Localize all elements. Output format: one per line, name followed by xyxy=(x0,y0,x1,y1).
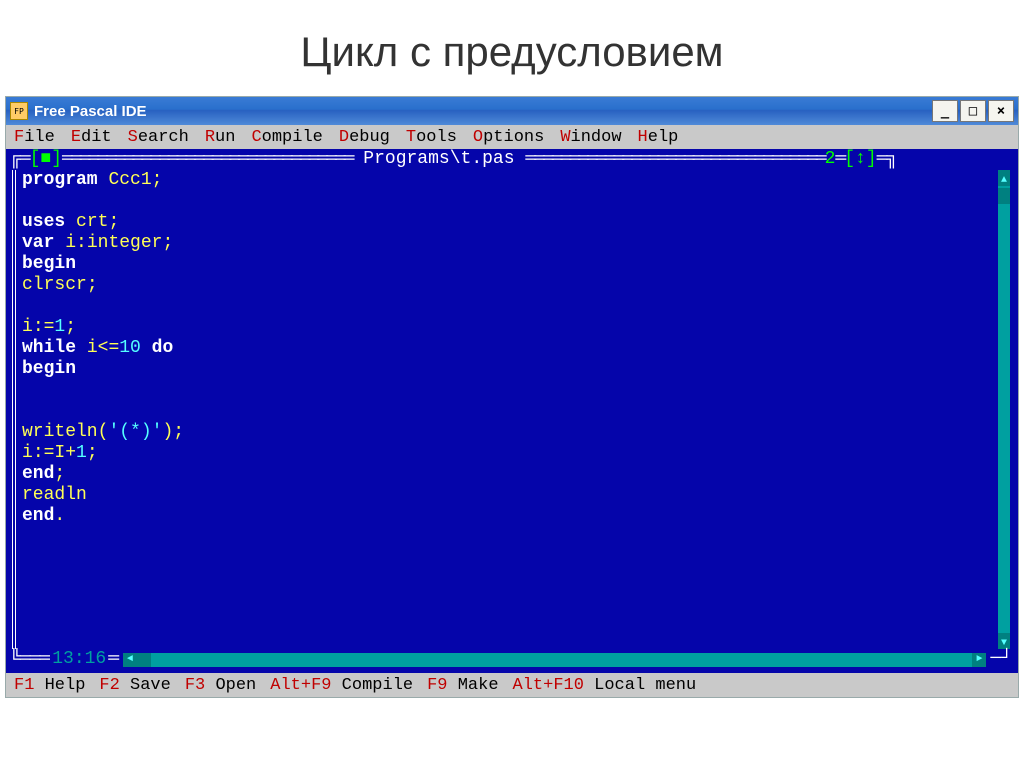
code-line[interactable] xyxy=(22,380,996,401)
window-controls: _ □ × xyxy=(932,100,1014,122)
app-window: FP Free Pascal IDE _ □ × File Edit Search R… xyxy=(5,96,1019,698)
code-line[interactable] xyxy=(22,296,996,317)
menu-edit[interactable]: Edit xyxy=(71,128,112,147)
frame-left xyxy=(10,170,22,649)
menu-search[interactable]: Search xyxy=(128,128,189,147)
tab-close-icon[interactable]: [■] xyxy=(30,149,62,170)
code-line[interactable]: writeln('(*)'); xyxy=(22,422,996,443)
scroll-right-icon[interactable]: ► xyxy=(972,653,986,667)
menu-window[interactable]: Window xyxy=(560,128,621,147)
menu-options[interactable]: Options xyxy=(473,128,544,147)
minimize-button[interactable]: _ xyxy=(932,100,958,122)
scroll-thumb-h[interactable] xyxy=(137,653,151,667)
code-line[interactable]: clrscr; xyxy=(22,275,996,296)
code-line[interactable]: readln xyxy=(22,485,996,506)
menu-compile[interactable]: Compile xyxy=(251,128,322,147)
code-line[interactable]: end. xyxy=(22,506,996,527)
status-f9[interactable]: F9 Make xyxy=(427,676,498,695)
scroll-left-icon[interactable]: ◄ xyxy=(123,653,137,667)
menubar: File Edit Search Run Compile Debug Tools Option… xyxy=(6,125,1018,149)
status-f3[interactable]: F3 Open xyxy=(185,676,256,695)
status-f2[interactable]: F2 Save xyxy=(99,676,170,695)
titlebar[interactable]: FP Free Pascal IDE _ □ × xyxy=(6,97,1018,125)
status-alt-f10[interactable]: Alt+F10 Local menu xyxy=(513,676,697,695)
scroll-down-icon[interactable]: ▼ xyxy=(998,633,1010,649)
menu-file[interactable]: File xyxy=(14,128,55,147)
menu-tools[interactable]: Tools xyxy=(406,128,457,147)
editor-frame-bottom: ╚══ ═ 13:16 ═ ◄ ► ─┘ xyxy=(10,649,1014,670)
menu-help[interactable]: Help xyxy=(638,128,679,147)
close-button[interactable]: × xyxy=(988,100,1014,122)
app-icon: FP xyxy=(10,102,28,120)
vertical-scrollbar[interactable]: ▲ ▼ xyxy=(996,170,1010,649)
maximize-button[interactable]: □ xyxy=(960,100,986,122)
zoom-icon[interactable]: [↕] xyxy=(844,149,876,170)
code-line[interactable]: i:=1; xyxy=(22,317,996,338)
resize-corner-icon[interactable]: ─┘ xyxy=(990,649,1014,670)
code-line[interactable]: i:=I+1; xyxy=(22,443,996,464)
window-title: Free Pascal IDE xyxy=(34,103,932,120)
code-line[interactable]: var i:integer; xyxy=(22,233,996,254)
window-number: 2 xyxy=(825,149,836,170)
code-line[interactable] xyxy=(22,191,996,212)
editor-area: ╔═[■]═════════════════════════════════ P… xyxy=(6,149,1018,673)
horizontal-scrollbar[interactable]: ◄ ► xyxy=(123,653,986,667)
scroll-up-icon[interactable]: ▲ xyxy=(998,170,1010,186)
cursor-position: 13:16 xyxy=(50,649,108,670)
menu-debug[interactable]: Debug xyxy=(339,128,390,147)
menu-run[interactable]: Run xyxy=(205,128,236,147)
code-line[interactable]: program Ccc1; xyxy=(22,170,996,191)
code-line[interactable]: end; xyxy=(22,464,996,485)
status-f1[interactable]: F1 Help xyxy=(14,676,85,695)
code-line[interactable]: begin xyxy=(22,359,996,380)
code-line[interactable]: uses crt; xyxy=(22,212,996,233)
code-line[interactable] xyxy=(22,401,996,422)
code-line[interactable]: while i<=10 do xyxy=(22,338,996,359)
slide-title: Цикл с предусловием xyxy=(0,0,1024,96)
scroll-thumb-v[interactable] xyxy=(998,188,1010,204)
status-alt-f9[interactable]: Alt+F9 Compile xyxy=(270,676,413,695)
editor-frame-top: ╔═[■]═════════════════════════════════ P… xyxy=(10,149,1014,170)
code-line[interactable]: begin xyxy=(22,254,996,275)
code-editor[interactable]: program Ccc1; uses crt;var i:integer;beg… xyxy=(22,170,996,649)
statusbar: F1 Help F2 Save F3 Open Alt+F9 Compile F9 Ma… xyxy=(6,673,1018,697)
editor-filename: Programs\t.pas xyxy=(363,149,514,170)
